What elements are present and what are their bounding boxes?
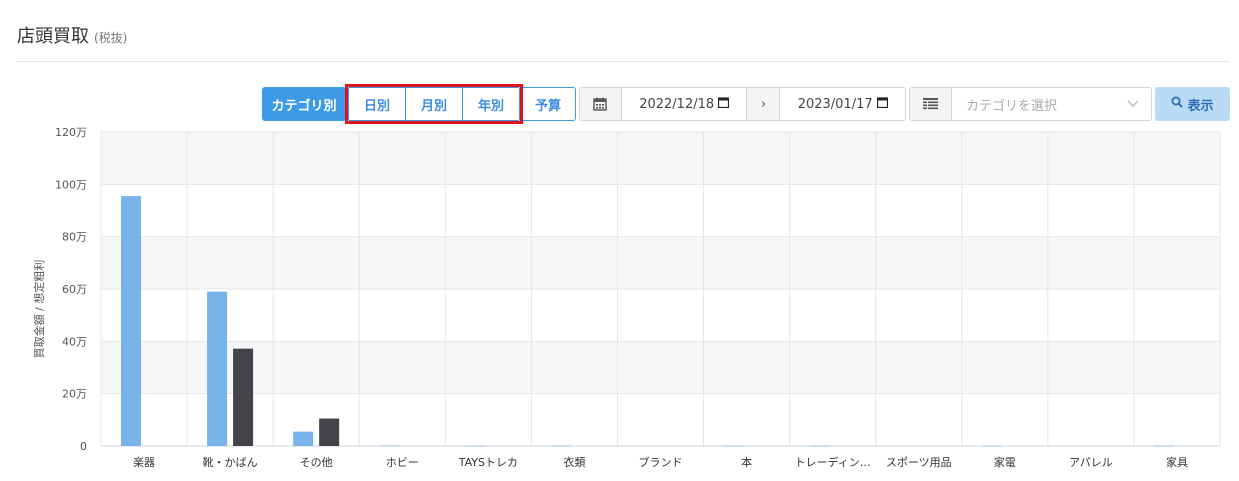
bar	[981, 445, 1002, 447]
date-range-picker: 2022/12/18 › 2023/01/17	[579, 87, 906, 121]
x-tick-label: トレーディン…	[795, 455, 871, 469]
date-to-value: 2023/01/17	[797, 96, 873, 112]
bar	[551, 445, 572, 447]
y-tick-label: 20万	[62, 388, 87, 401]
budget-button[interactable]: 予算	[520, 87, 576, 121]
x-tick-label: アパレル	[1069, 456, 1113, 469]
list-icon	[910, 88, 952, 120]
category-select-group: カテゴリを選択	[909, 87, 1152, 121]
tab-monthly[interactable]: 月別	[406, 88, 463, 120]
show-button-label: 表示	[1187, 98, 1214, 114]
bar	[293, 431, 314, 446]
category-select-placeholder: カテゴリを選択	[966, 98, 1058, 114]
x-tick-label: 衣類	[563, 455, 585, 469]
bar	[207, 291, 228, 446]
search-icon	[1171, 96, 1184, 112]
show-button[interactable]: 表示	[1155, 87, 1230, 121]
date-to-input[interactable]: 2023/01/17	[780, 88, 905, 120]
category-select[interactable]: カテゴリを選択	[952, 88, 1151, 120]
date-from-value: 2022/12/18	[639, 96, 715, 112]
grid-band	[101, 236, 1220, 289]
bar	[809, 445, 830, 447]
tab-daily[interactable]: 日別	[349, 88, 406, 120]
header-divider	[17, 61, 1230, 62]
calendar-picker-icon[interactable]	[718, 97, 730, 111]
bar	[465, 445, 486, 447]
bar	[379, 445, 400, 447]
y-tick-label: 0	[80, 440, 87, 453]
period-tab-group: 日別 月別 年別	[348, 87, 520, 121]
date-separator: ›	[746, 88, 781, 120]
x-tick-label: 家具	[1166, 455, 1188, 469]
bar	[723, 445, 744, 447]
chart-svg: 0 20万 40万 60万 80万 100万 120万買取金額 / 想定粗利楽器 靴・かばん そ…	[32, 126, 1221, 469]
category-view-button[interactable]: カテゴリ別	[262, 87, 346, 121]
y-tick-label: 120万	[55, 126, 87, 139]
x-tick-label: 楽器	[133, 456, 155, 469]
x-tick-label: スポーツ用品	[886, 456, 952, 469]
tab-yearly[interactable]: 年別	[463, 88, 519, 120]
bar	[319, 418, 340, 446]
date-from-input[interactable]: 2022/12/18	[622, 88, 747, 120]
page-header: 店頭買取 (税抜)	[17, 22, 127, 48]
page-title: 店頭買取	[17, 26, 89, 47]
grid-band	[101, 132, 1220, 185]
category-bar-chart: 0 20万 40万 60万 80万 100万 120万買取金額 / 想定粗利楽器 靴・かばん そ…	[0, 120, 1239, 481]
x-tick-label: 家電	[994, 455, 1016, 469]
y-axis-title: 買取金額 / 想定粗利	[32, 260, 46, 359]
y-tick-label: 40万	[62, 335, 87, 348]
x-tick-label: TAYSトレカ	[458, 456, 518, 469]
page-subtitle: (税抜)	[94, 31, 128, 45]
calendar-picker-icon[interactable]	[876, 97, 888, 111]
grid-band	[101, 341, 1220, 394]
bar	[1153, 445, 1174, 447]
y-tick-label: 100万	[55, 178, 87, 191]
x-tick-label: その他	[300, 456, 333, 469]
bar	[233, 348, 254, 446]
y-tick-label: 60万	[62, 283, 87, 296]
chevron-down-icon	[1127, 97, 1139, 112]
bar	[121, 196, 141, 446]
x-tick-label: 本	[741, 455, 752, 469]
x-tick-label: 靴・かばん	[203, 455, 258, 469]
x-tick-label: ホビー	[386, 456, 419, 469]
x-tick-label: ブランド	[639, 455, 683, 469]
y-tick-label: 80万	[62, 231, 87, 244]
calendar-icon	[580, 88, 622, 120]
